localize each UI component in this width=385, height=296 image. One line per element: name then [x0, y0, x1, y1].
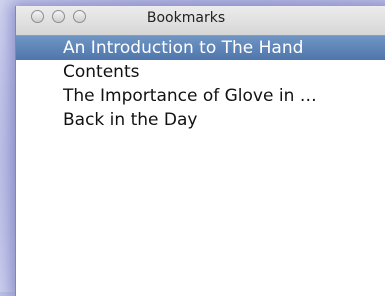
bookmarks-list: An Introduction to The Hand Contents The… [16, 36, 385, 132]
bookmark-item[interactable]: Contents [16, 60, 385, 84]
bookmarks-window: Bookmarks An Introduction to The Hand Co… [15, 6, 385, 296]
bookmark-item[interactable]: Back in the Day [16, 108, 385, 132]
bookmark-item[interactable]: An Introduction to The Hand [16, 36, 385, 60]
window-title: Bookmarks [146, 10, 226, 26]
bookmark-item[interactable]: The Importance of Glove in … [16, 84, 385, 108]
title-bar[interactable]: Bookmarks [16, 6, 385, 36]
